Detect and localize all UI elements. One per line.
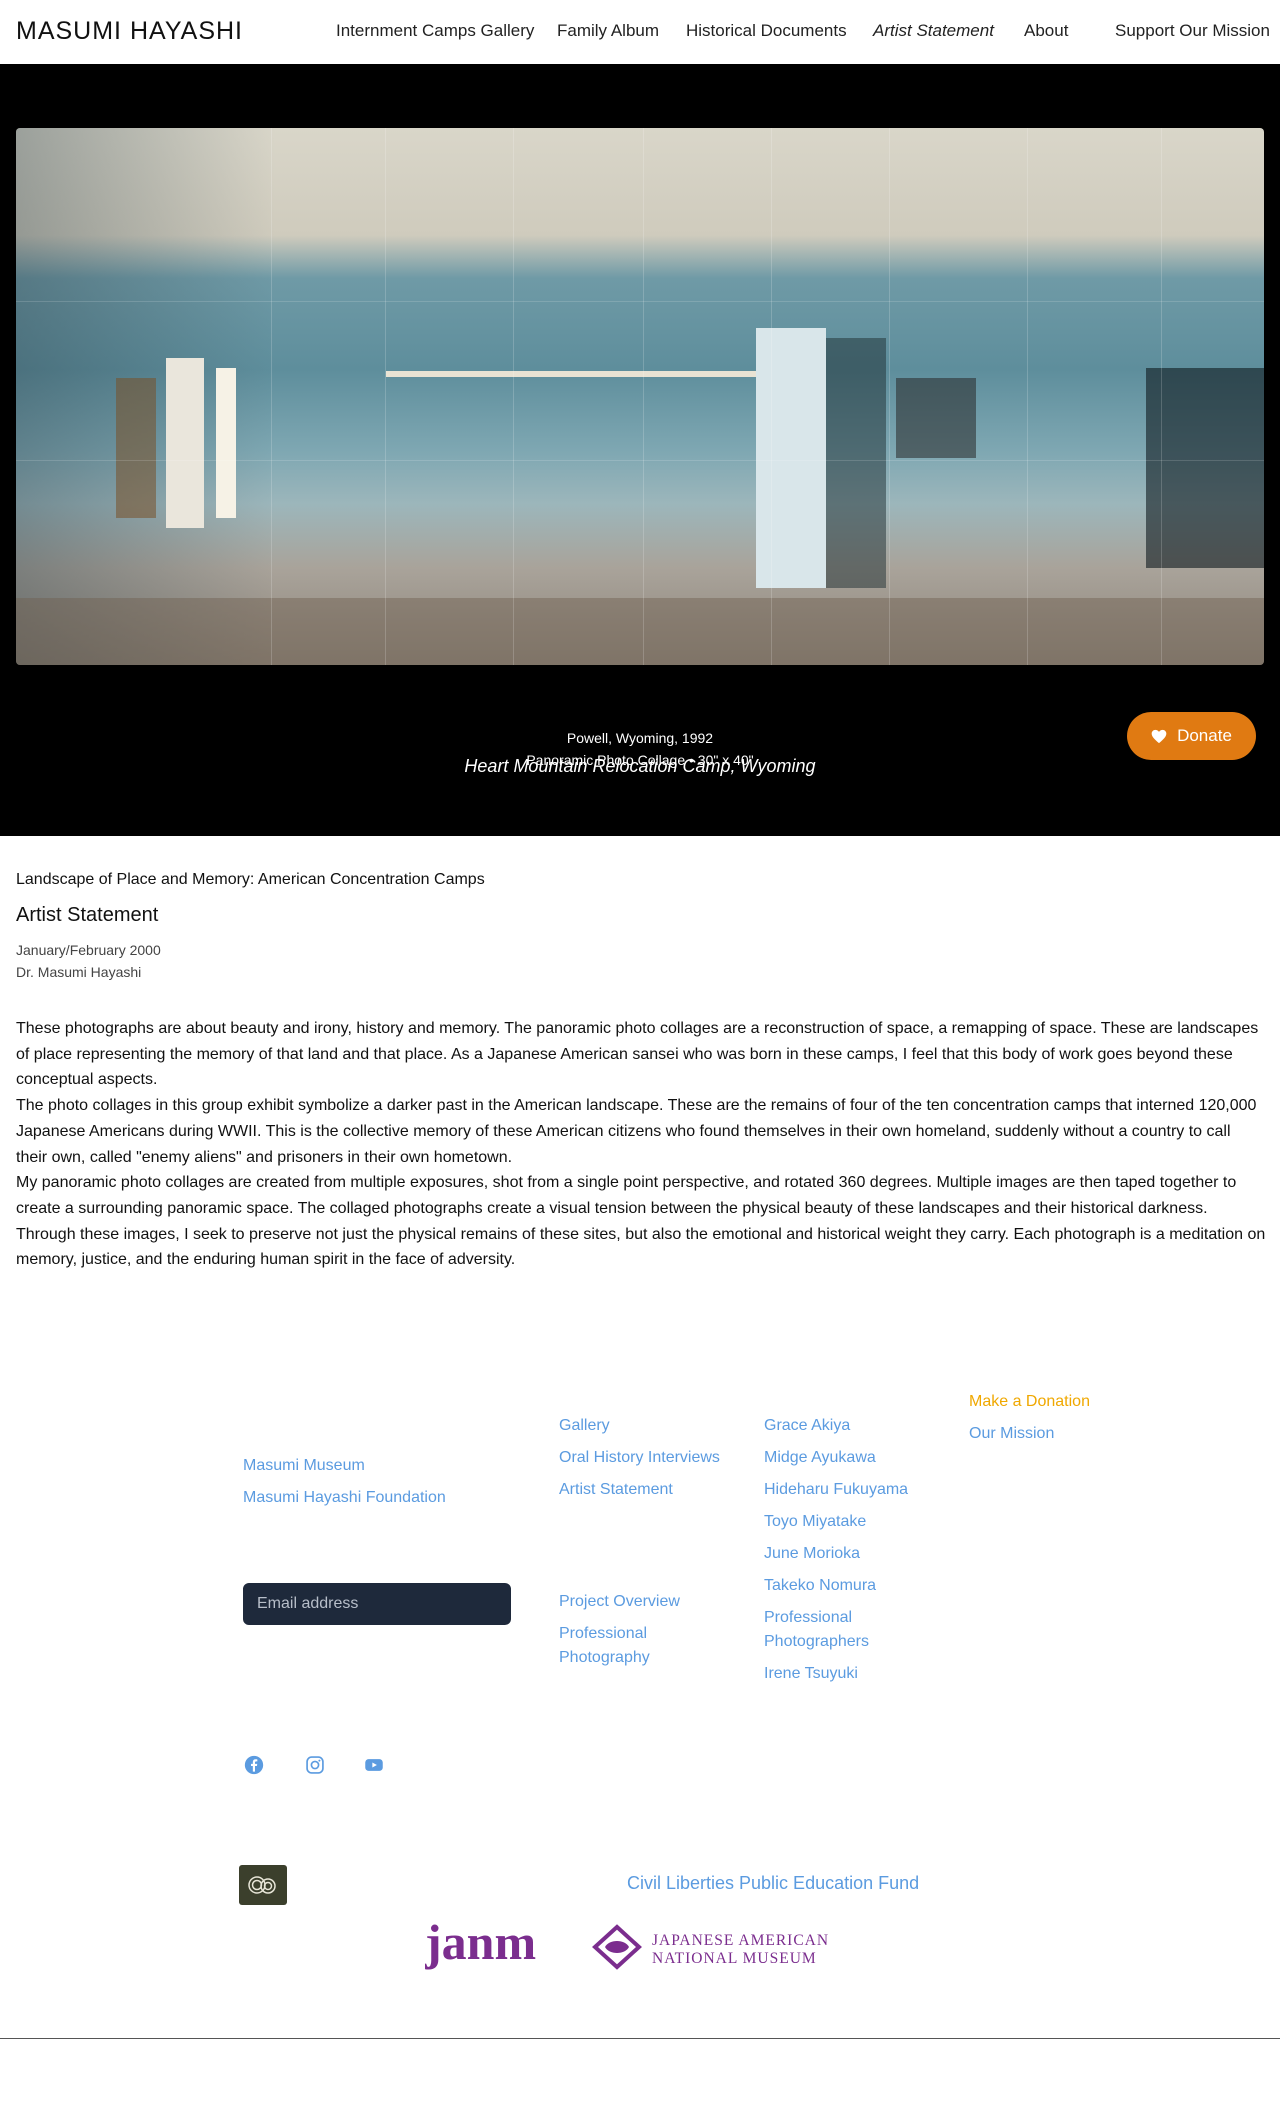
janm-line-2: NATIONAL MUSEUM [652, 1950, 817, 1967]
foundation-seal-logo [239, 1865, 287, 1905]
footer-link-oral-history-interviews[interactable]: Oral History Interviews [559, 1449, 720, 1467]
footer-link-toyo-miyatake[interactable]: Toyo Miyatake [764, 1513, 866, 1531]
clpef-link[interactable]: Civil Liberties Public Education Fund [627, 1873, 919, 1894]
janm-wordmark: janm [425, 1923, 536, 1970]
caption-medium-size: Panoramic Photo Collage • 30" x 40" [526, 752, 754, 768]
statement-author: Dr. Masumi Hayashi [16, 964, 142, 980]
page-title: Artist Statement [16, 904, 159, 926]
instagram-icon[interactable] [305, 1755, 325, 1775]
footer-link-june-morioka[interactable]: June Morioka [764, 1545, 860, 1563]
facebook-icon[interactable] [244, 1755, 264, 1775]
statement-paragraph: These photographs are about beauty and i… [16, 1020, 1259, 1089]
nav-artist-statement[interactable]: Artist Statement [873, 21, 994, 41]
nav-about[interactable]: About [1024, 21, 1068, 41]
footer-link-professional-photography[interactable]: Professional Photography [559, 1622, 699, 1670]
nav-family-album[interactable]: Family Album [557, 21, 659, 41]
statement-paragraph: My panoramic photo collages are created … [16, 1174, 1266, 1269]
statement-paragraph: The photo collages in this group exhibit… [16, 1097, 1257, 1166]
footer-link-irene-tsuyuki[interactable]: Irene Tsuyuki [764, 1665, 858, 1683]
janm-line-1: JAPANESE AMERICAN [652, 1932, 829, 1949]
janm-logo[interactable]: janm JAPANESE AMERICAN NATIONAL MUSEUM [425, 1923, 840, 1973]
footer-link-hideharu-fukuyama[interactable]: Hideharu Fukuyama [764, 1481, 908, 1499]
footer-link-gallery[interactable]: Gallery [559, 1417, 610, 1435]
site-logo[interactable]: MASUMI HAYASHI [16, 17, 243, 46]
footer-link-artist-statement[interactable]: Artist Statement [559, 1481, 673, 1499]
footer-link-our-mission[interactable]: Our Mission [969, 1425, 1054, 1443]
exhibit-title: Landscape of Place and Memory: American … [16, 871, 485, 888]
hero-section: Donate Heart Mountain Relocation Camp, W… [0, 64, 1280, 836]
footer-link-midge-ayukawa[interactable]: Midge Ayukawa [764, 1449, 876, 1467]
footer-link-project-overview[interactable]: Project Overview [559, 1593, 680, 1611]
footer-link-masumi-hayashi-foundation[interactable]: Masumi Hayashi Foundation [243, 1489, 446, 1507]
hero-photo-collage [16, 128, 1264, 665]
footer-link-professional-photographers[interactable]: Professional Photographers [764, 1606, 904, 1654]
caption-location-date: Powell, Wyoming, 1992 [566, 730, 714, 746]
footer-divider [0, 2038, 1280, 2039]
nav-historical-documents[interactable]: Historical Documents [686, 21, 847, 41]
footer-link-masumi-museum[interactable]: Masumi Museum [243, 1457, 365, 1475]
statement-date: January/February 2000 [16, 942, 161, 958]
nav-internment-camps-gallery[interactable]: Internment Camps Gallery [336, 21, 534, 41]
janm-diamond-icon [592, 1924, 642, 1970]
statement-body: These photographs are about beauty and i… [16, 1016, 1266, 1273]
footer-link-takeko-nomura[interactable]: Takeko Nomura [764, 1577, 876, 1595]
email-field[interactable]: Email address [243, 1583, 511, 1625]
site-header: MASUMI HAYASHI Internment Camps Gallery … [0, 0, 1280, 64]
footer-link-grace-akiya[interactable]: Grace Akiya [764, 1417, 850, 1435]
footer-link-make-a-donation[interactable]: Make a Donation [969, 1393, 1090, 1411]
youtube-icon[interactable] [364, 1755, 384, 1775]
spiral-seal-icon [248, 1876, 276, 1894]
nav-support-our-mission[interactable]: Support Our Mission [1115, 21, 1270, 41]
